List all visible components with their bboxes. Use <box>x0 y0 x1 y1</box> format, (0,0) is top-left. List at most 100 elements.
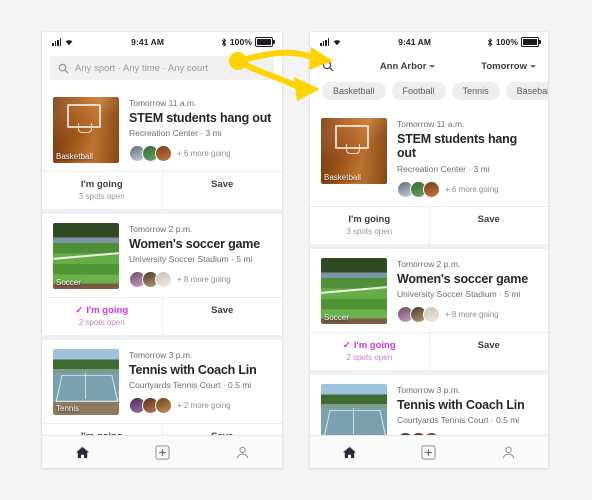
more-going-label: + 8 more going <box>445 310 499 320</box>
event-thumbnail[interactable]: Soccer <box>321 257 387 324</box>
save-button[interactable]: Save <box>430 333 549 370</box>
event-info: Tomorrow 2 p.m. Women's soccer game Univ… <box>397 258 538 324</box>
person-icon <box>236 446 248 458</box>
screenshot-stage: 9:41 AM 100% Any sport · Any time · Any … <box>0 0 592 500</box>
event-time: Tomorrow 11 a.m. <box>397 119 465 129</box>
wifi-icon <box>65 40 73 46</box>
event-feed-left[interactable]: Basketball Tomorrow 11 a.m. STEM student… <box>42 88 282 468</box>
search-icon <box>58 63 69 73</box>
event-thumbnail[interactable]: Basketball <box>53 97 119 163</box>
save-button[interactable]: Save <box>430 207 549 244</box>
home-icon <box>343 446 357 458</box>
event-feed-right[interactable]: Basketball Tomorrow 11 a.m. STEM student… <box>310 109 548 468</box>
more-going-label: + 6 more going <box>445 184 499 194</box>
save-label: Save <box>211 179 234 190</box>
phone-mockup-before: 9:41 AM 100% Any sport · Any time · Any … <box>42 32 282 468</box>
event-title: Tennis with Coach Lin <box>129 363 257 377</box>
event-actions: ✓ I'm going 2 spots open Save <box>310 331 549 370</box>
nav-item-home[interactable] <box>42 445 122 460</box>
save-label: Save <box>477 213 500 225</box>
sport-tag: Soccer <box>56 278 81 287</box>
im-going-button[interactable]: I'm going 3 spots open <box>42 172 163 209</box>
nav-item-home[interactable] <box>310 445 389 460</box>
nav-item-profile[interactable] <box>202 445 282 460</box>
event-time: Tomorrow 3 p.m. <box>397 384 461 395</box>
avatar <box>155 145 172 163</box>
event-title: Women's soccer game <box>397 271 528 286</box>
avatar <box>423 180 440 198</box>
im-going-button[interactable]: ✓ I'm going 2 spots open <box>310 332 430 370</box>
avatar <box>155 397 172 415</box>
status-bar-time: 9:41 AM <box>131 37 165 47</box>
chip-tennis[interactable]: Tennis <box>451 82 500 100</box>
event-thumbnail[interactable]: Basketball <box>321 118 387 184</box>
im-going-text: I'm going <box>86 305 129 316</box>
search-placeholder: Any sport · Any time · Any court <box>75 62 209 74</box>
event-card-body: Soccer Tomorrow 2 p.m. Women's soccer ga… <box>42 214 282 297</box>
cellular-signal-icon <box>52 38 62 46</box>
event-title: STEM students hang out <box>129 111 272 125</box>
im-going-button[interactable]: I'm going 3 spots open <box>310 206 430 244</box>
chip-basketball[interactable]: Basketball <box>322 82 386 100</box>
plus-square-icon <box>421 444 437 460</box>
attendee-avatars[interactable]: + 8 more going <box>397 306 538 324</box>
nav-item-create[interactable] <box>389 444 468 460</box>
event-card[interactable]: Soccer Tomorrow 2 p.m. Women's soccer ga… <box>42 214 282 335</box>
chevron-down-icon <box>530 64 536 68</box>
avatar <box>155 271 172 289</box>
attendee-avatars[interactable]: + 8 more going <box>129 271 272 289</box>
event-card-body: Basketball Tomorrow 11 a.m. STEM student… <box>42 88 282 171</box>
home-icon <box>75 446 89 458</box>
battery-icon <box>521 37 541 47</box>
attendee-avatars[interactable]: + 6 more going <box>129 145 272 163</box>
event-location: Recreation Center · 3 mi <box>397 163 490 174</box>
sport-filter-chips[interactable]: Basketball Football Tennis Baseball Voll… <box>310 80 548 109</box>
event-thumbnail[interactable]: Soccer <box>53 223 119 289</box>
status-bar-time: 9:41 AM <box>398 37 432 47</box>
event-card[interactable]: Basketball Tomorrow 11 a.m. STEM student… <box>42 88 282 209</box>
save-button[interactable]: Save <box>163 298 283 335</box>
event-time: Tomorrow 3 p.m. <box>129 350 193 360</box>
event-time: Tomorrow 2 p.m. <box>397 258 461 269</box>
event-card-body: Basketball Tomorrow 11 a.m. STEM student… <box>310 109 548 206</box>
chip-baseball[interactable]: Baseball <box>505 82 548 100</box>
event-card[interactable]: Tennis Tomorrow 3 p.m. Tennis with Coach… <box>42 340 282 450</box>
nav-item-profile[interactable] <box>469 445 548 460</box>
event-card[interactable]: Soccer Tomorrow 2 p.m. Women's soccer ga… <box>310 248 549 370</box>
im-going-button[interactable]: ✓ I'm going 2 spots open <box>42 298 163 335</box>
check-icon: ✓ <box>342 339 351 351</box>
event-time: Tomorrow 11 a.m. <box>129 98 197 108</box>
bottom-nav[interactable] <box>310 435 548 468</box>
event-thumbnail[interactable]: Tennis <box>53 349 119 415</box>
search-icon[interactable] <box>322 60 334 72</box>
event-actions: I'm going 3 spots open Save <box>310 205 549 244</box>
event-actions: ✓ I'm going 2 spots open Save <box>42 297 282 335</box>
attendee-avatars[interactable]: + 6 more going <box>397 180 538 198</box>
avatar <box>423 306 440 324</box>
event-title: Tennis with Coach Lin <box>397 397 525 412</box>
status-bar-left <box>52 38 74 46</box>
im-going-label: ✓ I'm going <box>310 340 429 351</box>
day-filter[interactable]: Tomorrow <box>481 61 536 72</box>
search-input[interactable]: Any sport · Any time · Any court <box>50 56 274 80</box>
search-bar-container: Any sport · Any time · Any court <box>42 52 282 88</box>
bottom-nav[interactable] <box>42 435 282 468</box>
event-location: University Soccer Stadium · 5 mi <box>129 254 253 265</box>
cellular-signal-icon <box>320 38 330 46</box>
attendee-avatars[interactable]: + 2 more going <box>129 397 272 415</box>
save-label: Save <box>477 339 500 351</box>
save-button[interactable]: Save <box>163 172 283 209</box>
event-card[interactable]: Basketball Tomorrow 11 a.m. STEM student… <box>310 109 548 244</box>
event-title: Women's soccer game <box>129 237 260 251</box>
im-going-label: I'm going <box>348 213 391 225</box>
event-location: Courtyards Tennis Court · 0.5 mi <box>129 380 252 391</box>
day-label: Tomorrow <box>481 60 527 72</box>
spots-open-label: 2 spots open <box>346 352 393 362</box>
chip-football[interactable]: Football <box>391 82 446 100</box>
nav-item-create[interactable] <box>122 444 202 460</box>
location-filter[interactable]: Ann Arbor <box>334 61 481 72</box>
battery-percent: 100% <box>495 37 518 47</box>
plus-square-icon <box>154 444 170 460</box>
sport-tag: Basketball <box>324 173 361 182</box>
im-going-label: I'm going <box>80 179 123 190</box>
